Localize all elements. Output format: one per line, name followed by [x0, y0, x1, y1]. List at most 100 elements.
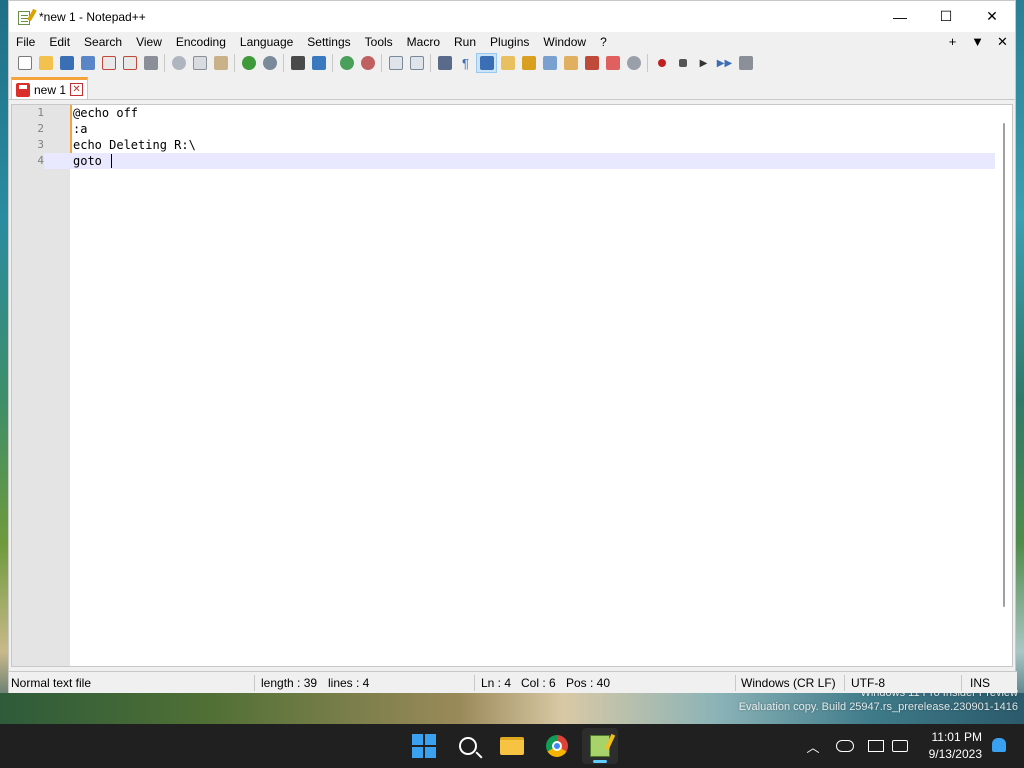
- line-number: 1: [37, 106, 44, 119]
- status-divider: [474, 675, 475, 691]
- status-divider: [844, 675, 845, 691]
- sync-vertical-icon[interactable]: [385, 53, 406, 73]
- desktop-wallpaper-left: [0, 0, 8, 724]
- print-icon[interactable]: [140, 53, 161, 73]
- status-length: length : 39: [261, 676, 318, 690]
- notepadpp-app-icon[interactable]: [17, 8, 37, 25]
- function-list-icon[interactable]: [539, 53, 560, 73]
- toolbar-separator: [647, 54, 648, 72]
- taskbar-chrome[interactable]: [539, 728, 575, 764]
- redo-icon[interactable]: [259, 53, 280, 73]
- show-all-chars-icon[interactable]: ¶: [455, 53, 476, 73]
- editor-area[interactable]: 1 @echo off 2 :a 3 echo Deleting R:\ 4 g…: [11, 104, 1013, 667]
- status-lines: lines : 4: [328, 676, 370, 690]
- desktop-wallpaper-right: [1016, 0, 1024, 724]
- menu-tools[interactable]: Tools: [358, 32, 400, 52]
- save-all-icon[interactable]: [77, 53, 98, 73]
- editor-line[interactable]: 3 echo Deleting R:\: [12, 137, 997, 153]
- panel-icon[interactable]: [602, 53, 623, 73]
- menu-settings[interactable]: Settings: [300, 32, 357, 52]
- sync-horizontal-icon[interactable]: [406, 53, 427, 73]
- zoom-in-icon[interactable]: [336, 53, 357, 73]
- chrome-icon: [546, 735, 568, 757]
- taskbar-notepadpp[interactable]: [582, 728, 618, 764]
- window-title: *new 1 - Notepad++: [39, 9, 146, 24]
- menu-macro[interactable]: Macro: [400, 32, 447, 52]
- menu-plugins[interactable]: Plugins: [483, 32, 536, 52]
- open-file-icon[interactable]: [35, 53, 56, 73]
- show-hidden-icons-chevron-icon[interactable]: ︿: [804, 737, 822, 756]
- monitoring-icon[interactable]: [581, 53, 602, 73]
- status-divider: [961, 675, 962, 691]
- status-bar: Normal text file length : 39 lines : 4 L…: [9, 671, 1017, 693]
- start-button[interactable]: [406, 728, 442, 764]
- menu-help[interactable]: ?: [593, 32, 614, 52]
- new-file-icon[interactable]: [14, 53, 35, 73]
- vertical-scrollbar[interactable]: [995, 105, 1012, 666]
- fold-margin: [70, 105, 73, 666]
- save-macro-icon[interactable]: [735, 53, 756, 73]
- save-icon[interactable]: [56, 53, 77, 73]
- toolbar-separator: [332, 54, 333, 72]
- close-file-icon[interactable]: [98, 53, 119, 73]
- undo-icon[interactable]: [238, 53, 259, 73]
- menu-edit[interactable]: Edit: [42, 32, 77, 52]
- cut-icon[interactable]: [168, 53, 189, 73]
- indent-guide-icon[interactable]: [476, 53, 497, 73]
- menu-window[interactable]: Window: [536, 32, 593, 52]
- user-defined-language-icon[interactable]: [497, 53, 518, 73]
- notification-bell-icon[interactable]: [992, 738, 1006, 752]
- tab-list-dropdown[interactable]: ▼: [965, 32, 990, 52]
- close-tab-button[interactable]: ✕: [990, 32, 1015, 52]
- status-eol[interactable]: Windows (CR LF): [741, 672, 836, 694]
- minimize-button[interactable]: —: [877, 1, 923, 32]
- status-insert-mode[interactable]: INS: [970, 672, 990, 694]
- toolbar: ¶ ▶ ▶▶: [9, 52, 1015, 74]
- title-bar[interactable]: *new 1 - Notepad++ — ☐ ✕: [9, 1, 1015, 32]
- toolbar-separator: [381, 54, 382, 72]
- tab-close-icon[interactable]: ✕: [70, 83, 84, 96]
- tab-new-1[interactable]: new 1 ✕: [11, 77, 89, 99]
- volume-muted-icon[interactable]: [892, 740, 908, 752]
- status-encoding[interactable]: UTF-8: [851, 672, 885, 694]
- taskbar-file-explorer[interactable]: [494, 728, 530, 764]
- zoom-out-icon[interactable]: [357, 53, 378, 73]
- stop-macro-icon[interactable]: [672, 53, 693, 73]
- editor-line-current[interactable]: 4 goto: [12, 153, 997, 169]
- find-icon[interactable]: [287, 53, 308, 73]
- menu-language[interactable]: Language: [233, 32, 300, 52]
- new-tab-button[interactable]: +: [940, 32, 965, 52]
- word-wrap-icon[interactable]: [434, 53, 455, 73]
- status-position: Pos : 40: [566, 676, 611, 690]
- menu-view[interactable]: View: [129, 32, 169, 52]
- menu-encoding[interactable]: Encoding: [169, 32, 233, 52]
- doc-switcher-icon[interactable]: [623, 53, 644, 73]
- onedrive-offline-icon[interactable]: [836, 740, 854, 752]
- doc-map-icon[interactable]: [518, 53, 539, 73]
- run-macro-multiple-icon[interactable]: ▶▶: [714, 53, 735, 73]
- folder-as-workspace-icon[interactable]: [560, 53, 581, 73]
- close-all-icon[interactable]: [119, 53, 140, 73]
- paste-icon[interactable]: [210, 53, 231, 73]
- line-number: 4: [12, 153, 44, 169]
- taskbar-clock[interactable]: 11:01 PM 9/13/2023: [929, 729, 982, 763]
- line-text: @echo off: [73, 106, 139, 120]
- network-icon[interactable]: [868, 740, 884, 752]
- play-macro-icon[interactable]: ▶: [693, 53, 714, 73]
- taskbar-search-button[interactable]: [450, 728, 486, 764]
- scrollbar-thumb[interactable]: [1003, 123, 1005, 607]
- maximize-button[interactable]: ☐: [923, 1, 969, 32]
- editor-line[interactable]: 2 :a: [12, 121, 997, 137]
- record-macro-icon[interactable]: [651, 53, 672, 73]
- folder-icon: [500, 737, 524, 755]
- editor-line[interactable]: 1 @echo off: [12, 105, 997, 121]
- line-text: goto: [73, 154, 110, 168]
- menu-search[interactable]: Search: [77, 32, 129, 52]
- status-file-type: Normal text file: [11, 676, 92, 690]
- clock-time: 11:01 PM: [931, 730, 982, 744]
- copy-icon[interactable]: [189, 53, 210, 73]
- close-button[interactable]: ✕: [969, 1, 1015, 32]
- replace-icon[interactable]: [308, 53, 329, 73]
- menu-run[interactable]: Run: [447, 32, 483, 52]
- menu-file[interactable]: File: [9, 32, 42, 52]
